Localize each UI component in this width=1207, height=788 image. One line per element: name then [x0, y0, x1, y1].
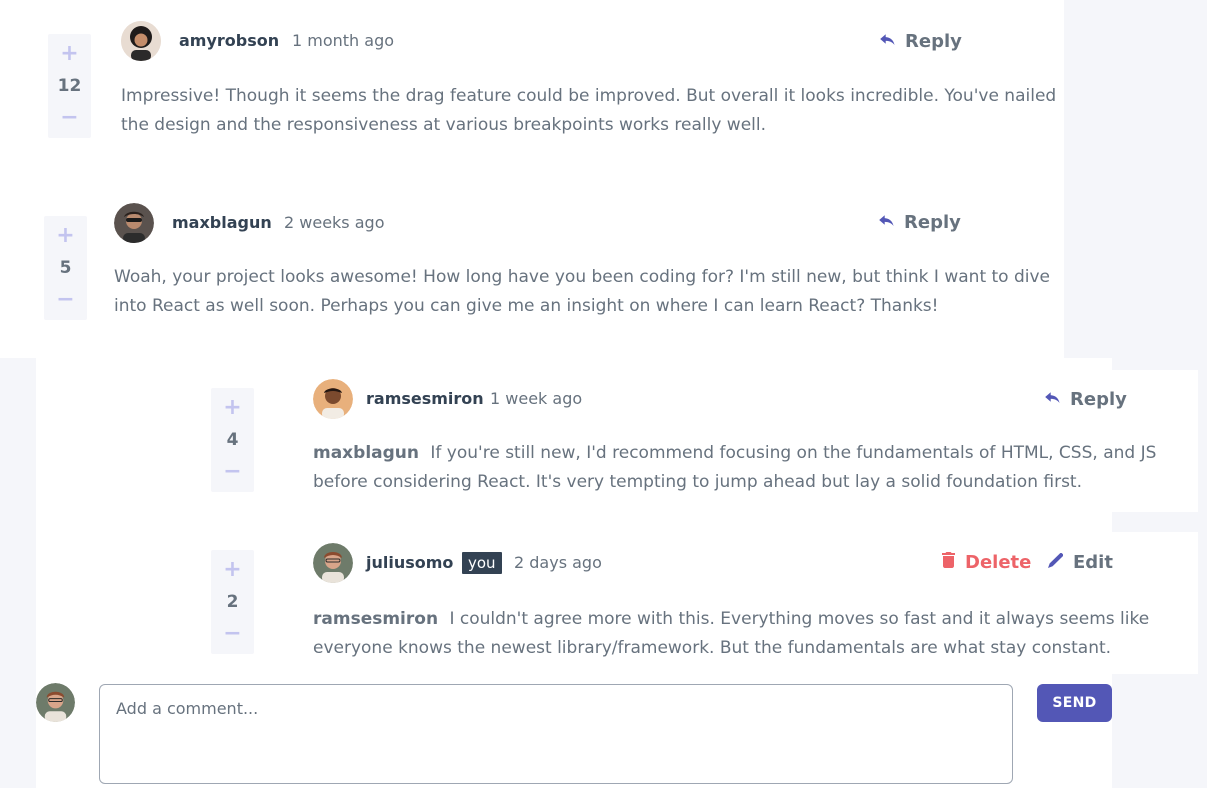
upvote-button[interactable]: +	[223, 397, 241, 419]
comment-input[interactable]: Add a comment...	[99, 684, 1013, 784]
reply-card-gap	[36, 512, 1112, 532]
reply-button[interactable]: Reply	[880, 31, 962, 53]
vote-box: + 2 −	[211, 550, 254, 654]
downvote-button[interactable]: −	[56, 289, 74, 311]
comment-content: Woah, your project looks awesome! How lo…	[114, 267, 1051, 316]
avatar-image	[313, 379, 353, 419]
avatar-image	[121, 21, 161, 61]
reply-text: I couldn't agree more with this. Everyth…	[313, 609, 1150, 658]
delete-button[interactable]: Delete	[942, 552, 1031, 574]
score: 4	[226, 430, 239, 450]
username: juliusomo	[366, 553, 454, 572]
vote-box: + 4 −	[211, 388, 254, 492]
delete-label: Delete	[965, 552, 1032, 573]
comment-content: maxblagun If you're still new, I'd recom…	[313, 439, 1183, 497]
avatar	[114, 203, 154, 243]
score: 2	[226, 592, 239, 612]
score: 5	[59, 258, 72, 278]
edit-button[interactable]: Edit	[1048, 552, 1113, 574]
comment-date: 2 weeks ago	[284, 213, 385, 232]
send-button[interactable]: SEND	[1037, 684, 1112, 722]
score: 12	[57, 76, 82, 96]
avatar	[313, 379, 353, 419]
upvote-button[interactable]: +	[60, 43, 78, 65]
comment-content: ramsesmiron I couldn't agree more with t…	[313, 605, 1193, 663]
reply-label: Reply	[905, 31, 962, 52]
trash-icon	[942, 552, 955, 574]
avatar-image	[36, 683, 75, 722]
comment-date: 1 month ago	[292, 31, 395, 50]
vote-box: + 12 −	[48, 34, 91, 138]
comment-content: Impressive! Though it seems the drag fea…	[121, 86, 1057, 135]
reply-icon	[879, 212, 894, 234]
reply-label: Reply	[904, 212, 961, 233]
username: maxblagun	[172, 213, 272, 232]
downvote-button[interactable]: −	[223, 461, 241, 483]
comment-date: 1 week ago	[490, 389, 583, 408]
comment-input-placeholder: Add a comment...	[116, 699, 259, 718]
vote-box: + 5 −	[44, 216, 87, 320]
mention[interactable]: maxblagun	[313, 443, 419, 463]
mention[interactable]: ramsesmiron	[313, 609, 438, 629]
reply-icon	[880, 31, 895, 53]
username: amyrobson	[179, 31, 280, 50]
avatar-image	[114, 203, 154, 243]
edit-label: Edit	[1073, 552, 1113, 573]
comment-date: 2 days ago	[514, 553, 602, 572]
downvote-button[interactable]: −	[60, 107, 78, 129]
avatar-image	[313, 543, 353, 583]
pencil-icon	[1048, 552, 1064, 574]
upvote-button[interactable]: +	[56, 225, 74, 247]
reply-text: If you're still new, I'd recommend focus…	[313, 443, 1157, 492]
avatar	[121, 21, 161, 61]
reply-label: Reply	[1070, 389, 1127, 410]
reply-button[interactable]: Reply	[879, 212, 961, 234]
upvote-button[interactable]: +	[223, 559, 241, 581]
reply-icon	[1045, 389, 1060, 411]
avatar	[313, 543, 353, 583]
current-user-avatar	[36, 683, 75, 722]
username: ramsesmiron	[366, 389, 484, 408]
reply-button[interactable]: Reply	[1045, 389, 1127, 411]
downvote-button[interactable]: −	[223, 623, 241, 645]
you-badge: you	[462, 552, 502, 574]
